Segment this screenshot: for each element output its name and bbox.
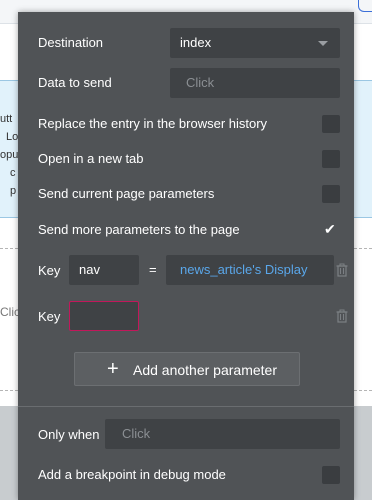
only-when-input[interactable]: Click bbox=[105, 419, 340, 449]
only-when-placeholder: Click bbox=[122, 426, 151, 441]
destination-dropdown[interactable]: index bbox=[170, 28, 340, 58]
send-more-params-checkbox[interactable]: ✔ bbox=[322, 220, 340, 238]
send-more-params-label: Send more parameters to the page bbox=[38, 222, 240, 237]
param-key-input[interactable]: nav bbox=[69, 255, 139, 285]
param-key-value: nav bbox=[79, 262, 100, 277]
add-parameter-label: Add another parameter bbox=[133, 362, 277, 378]
param-key-input-empty[interactable] bbox=[69, 301, 139, 331]
param-value-text: news_article's Display bbox=[180, 262, 308, 277]
right-element-fragment bbox=[354, 80, 372, 218]
left-fragment-text: Lo bbox=[6, 131, 19, 143]
new-tab-checkbox[interactable] bbox=[322, 150, 340, 168]
param-key-label: Key bbox=[38, 263, 61, 278]
left-fragment-text: utt bbox=[0, 113, 13, 125]
left-fragment-text: c bbox=[10, 167, 16, 179]
data-to-send-label: Data to send bbox=[38, 75, 112, 90]
go-to-page-action-editor: Destination index Data to send Click Rep… bbox=[18, 12, 354, 500]
plus-icon: + bbox=[107, 358, 119, 380]
only-when-label: Only when bbox=[38, 427, 100, 442]
equals-sign: = bbox=[149, 262, 157, 277]
add-parameter-button[interactable]: + Add another parameter bbox=[74, 352, 300, 386]
data-to-send-placeholder: Click bbox=[186, 75, 215, 90]
data-to-send-input[interactable]: Click bbox=[170, 68, 340, 98]
section-divider bbox=[18, 406, 354, 407]
send-current-params-checkbox[interactable] bbox=[322, 185, 340, 203]
chevron-down-icon bbox=[318, 41, 328, 46]
send-current-params-label: Send current page parameters bbox=[38, 186, 215, 201]
dashed-divider bbox=[0, 390, 18, 391]
new-tab-label: Open in a new tab bbox=[38, 151, 144, 166]
replace-history-checkbox[interactable] bbox=[322, 115, 340, 133]
checkmark-icon: ✔ bbox=[324, 221, 336, 237]
left-fragment-text: p bbox=[10, 185, 17, 197]
help-button-fragment bbox=[358, 0, 372, 12]
breakpoint-label: Add a breakpoint in debug mode bbox=[38, 467, 226, 482]
dashed-divider bbox=[354, 390, 372, 391]
left-fragment-text: opu bbox=[0, 149, 19, 161]
param-value-expression[interactable]: news_article's Display bbox=[166, 255, 334, 285]
background-click-text: Clic bbox=[0, 305, 20, 319]
replace-history-label: Replace the entry in the browser history bbox=[38, 116, 268, 131]
trash-icon[interactable] bbox=[336, 309, 348, 323]
dashed-divider bbox=[0, 248, 18, 249]
param-key-label: Key bbox=[38, 309, 61, 324]
destination-value: index bbox=[180, 35, 212, 50]
dashed-divider bbox=[354, 248, 372, 249]
trash-icon[interactable] bbox=[336, 263, 348, 277]
left-element-fragment: utt Lo opu c p bbox=[0, 80, 18, 218]
destination-label: Destination bbox=[38, 35, 104, 50]
breakpoint-checkbox[interactable] bbox=[322, 466, 340, 484]
